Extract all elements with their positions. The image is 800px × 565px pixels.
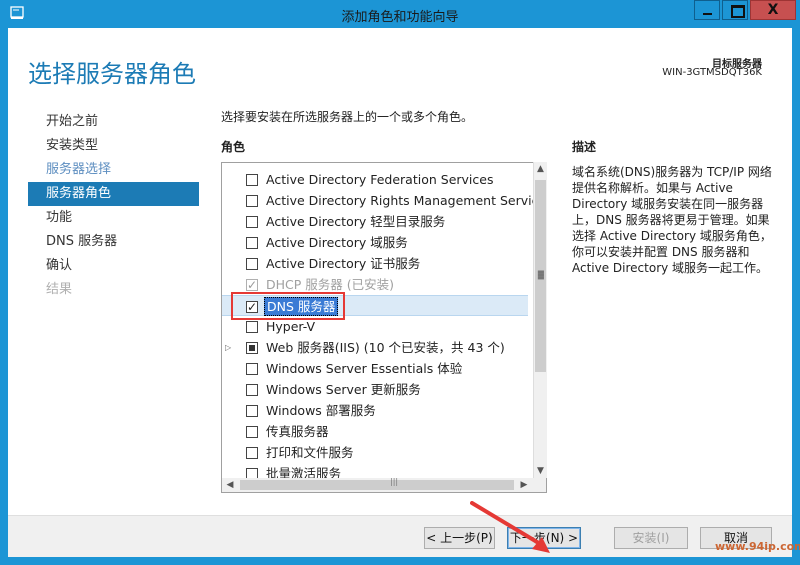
role-checkbox[interactable] (246, 237, 258, 249)
role-label: Windows Server Essentials 体验 (266, 361, 463, 376)
wizard-nav: 开始之前 安装类型 服务器选择 服务器角色 功能 DNS 服务器 确认 结果 (28, 110, 199, 302)
scroll-left-icon[interactable]: ◀ (223, 478, 237, 492)
horizontal-scroll-thumb[interactable]: ||| (240, 477, 514, 490)
instruction-text: 选择要安装在所选服务器上的一个或多个角色。 (221, 110, 474, 124)
nav-item-server-roles[interactable]: 服务器角色 (28, 182, 199, 206)
close-icon: X (767, 2, 779, 18)
grip-icon: ||| (390, 477, 399, 486)
role-label: Windows Server 更新服务 (266, 382, 421, 397)
description-heading: 描述 (572, 140, 597, 154)
nav-item-installation-type[interactable]: 安装类型 (28, 134, 199, 158)
role-checkbox[interactable] (246, 321, 258, 333)
role-row[interactable]: Hyper-V (222, 316, 528, 337)
vertical-scrollbar[interactable]: ▲ ▬ ▬ ▬ ▼ (533, 162, 547, 478)
previous-button[interactable]: < 上一步(P) (424, 527, 495, 549)
role-row[interactable]: Active Directory 域服务 (222, 232, 528, 253)
close-button[interactable]: X (750, 0, 796, 20)
role-label-dns: DNS 服务器 (264, 297, 339, 316)
role-checkbox[interactable] (246, 174, 258, 186)
role-row[interactable]: Active Directory Federation Services (222, 169, 528, 190)
role-label: DHCP 服务器 (已安装) (266, 277, 394, 292)
role-row[interactable]: Active Directory 证书服务 (222, 253, 528, 274)
role-row[interactable]: 打印和文件服务 (222, 442, 528, 463)
role-label: Active Directory Rights Management Servi… (266, 193, 547, 208)
role-checkbox (246, 275, 258, 296)
role-row-dns[interactable]: DNS 服务器 (222, 295, 528, 318)
role-checkbox[interactable] (246, 363, 258, 375)
role-row[interactable]: Windows 部署服务 (222, 400, 528, 421)
role-checkbox[interactable] (246, 447, 258, 459)
role-label: 打印和文件服务 (266, 445, 354, 460)
vertical-scroll-thumb[interactable]: ▬ ▬ ▬ (535, 180, 546, 372)
role-row[interactable]: Windows Server Essentials 体验 (222, 358, 528, 379)
role-checkbox[interactable] (246, 384, 258, 396)
role-checkbox-dns[interactable] (246, 297, 258, 318)
role-checkbox[interactable] (246, 258, 258, 270)
role-label: Hyper-V (266, 319, 316, 334)
nav-item-before-you-begin[interactable]: 开始之前 (28, 110, 199, 134)
role-row[interactable]: Windows Server 更新服务 (222, 379, 528, 400)
role-checkbox[interactable] (246, 342, 258, 354)
role-label: Active Directory 轻型目录服务 (266, 214, 446, 229)
role-row[interactable]: Active Directory 轻型目录服务 (222, 211, 528, 232)
role-label: Windows 部署服务 (266, 403, 376, 418)
roles-list[interactable]: Active Directory Federation Services Act… (221, 162, 547, 493)
grip-icon: ▬ ▬ ▬ (537, 267, 545, 282)
horizontal-scrollbar[interactable]: ◀ ||| ▶ (221, 477, 547, 493)
description-text: 域名系统(DNS)服务器为 TCP/IP 网络提供名称解析。如果与 Active… (572, 165, 772, 275)
scroll-up-icon[interactable]: ▲ (534, 162, 547, 176)
nav-item-features[interactable]: 功能 (28, 206, 199, 230)
role-checkbox[interactable] (246, 426, 258, 438)
maximize-button[interactable] (722, 0, 748, 20)
role-checkbox[interactable] (246, 405, 258, 417)
role-label: Web 服务器(IIS) (10 个已安装，共 43 个) (266, 340, 505, 355)
minimize-button[interactable] (694, 0, 720, 20)
nav-item-server-selection[interactable]: 服务器选择 (28, 158, 199, 182)
next-button[interactable]: 下一步(N) > (507, 527, 581, 549)
role-row-web-server[interactable]: ▷ Web 服务器(IIS) (10 个已安装，共 43 个) (222, 337, 528, 358)
window-title: 添加角色和功能向导 (341, 10, 459, 25)
scroll-right-icon[interactable]: ▶ (517, 478, 531, 492)
nav-item-dns-server[interactable]: DNS 服务器 (28, 230, 199, 254)
title-bar: 添加角色和功能向导 X (0, 0, 800, 28)
target-server-value: WIN-3GTMSDQT36K (662, 67, 762, 78)
role-label: Active Directory 证书服务 (266, 256, 421, 271)
wizard-body: 选择服务器角色 目标服务器 WIN-3GTMSDQT36K 开始之前 安装类型 … (8, 28, 792, 557)
role-label: 传真服务器 (266, 424, 329, 439)
role-label: Active Directory 域服务 (266, 235, 408, 250)
page-title: 选择服务器角色 (28, 60, 196, 88)
role-row[interactable]: 传真服务器 (222, 421, 528, 442)
scroll-down-icon[interactable]: ▼ (534, 464, 547, 478)
watermark: www.94ip.com (715, 540, 800, 553)
role-checkbox[interactable] (246, 216, 258, 228)
roles-heading: 角色 (221, 140, 246, 154)
role-row[interactable]: Active Directory Rights Management Servi… (222, 190, 546, 211)
role-checkbox[interactable] (246, 195, 258, 207)
role-label: Active Directory Federation Services (266, 172, 494, 187)
role-row-dhcp: DHCP 服务器 (已安装) (222, 274, 528, 296)
expand-arrow-icon[interactable]: ▷ (225, 337, 231, 358)
nav-item-confirmation[interactable]: 确认 (28, 254, 199, 278)
wizard-footer: < 上一步(P) 下一步(N) > 安装(I) 取消 (8, 515, 792, 557)
install-button: 安装(I) (614, 527, 688, 549)
nav-item-results: 结果 (46, 282, 73, 297)
